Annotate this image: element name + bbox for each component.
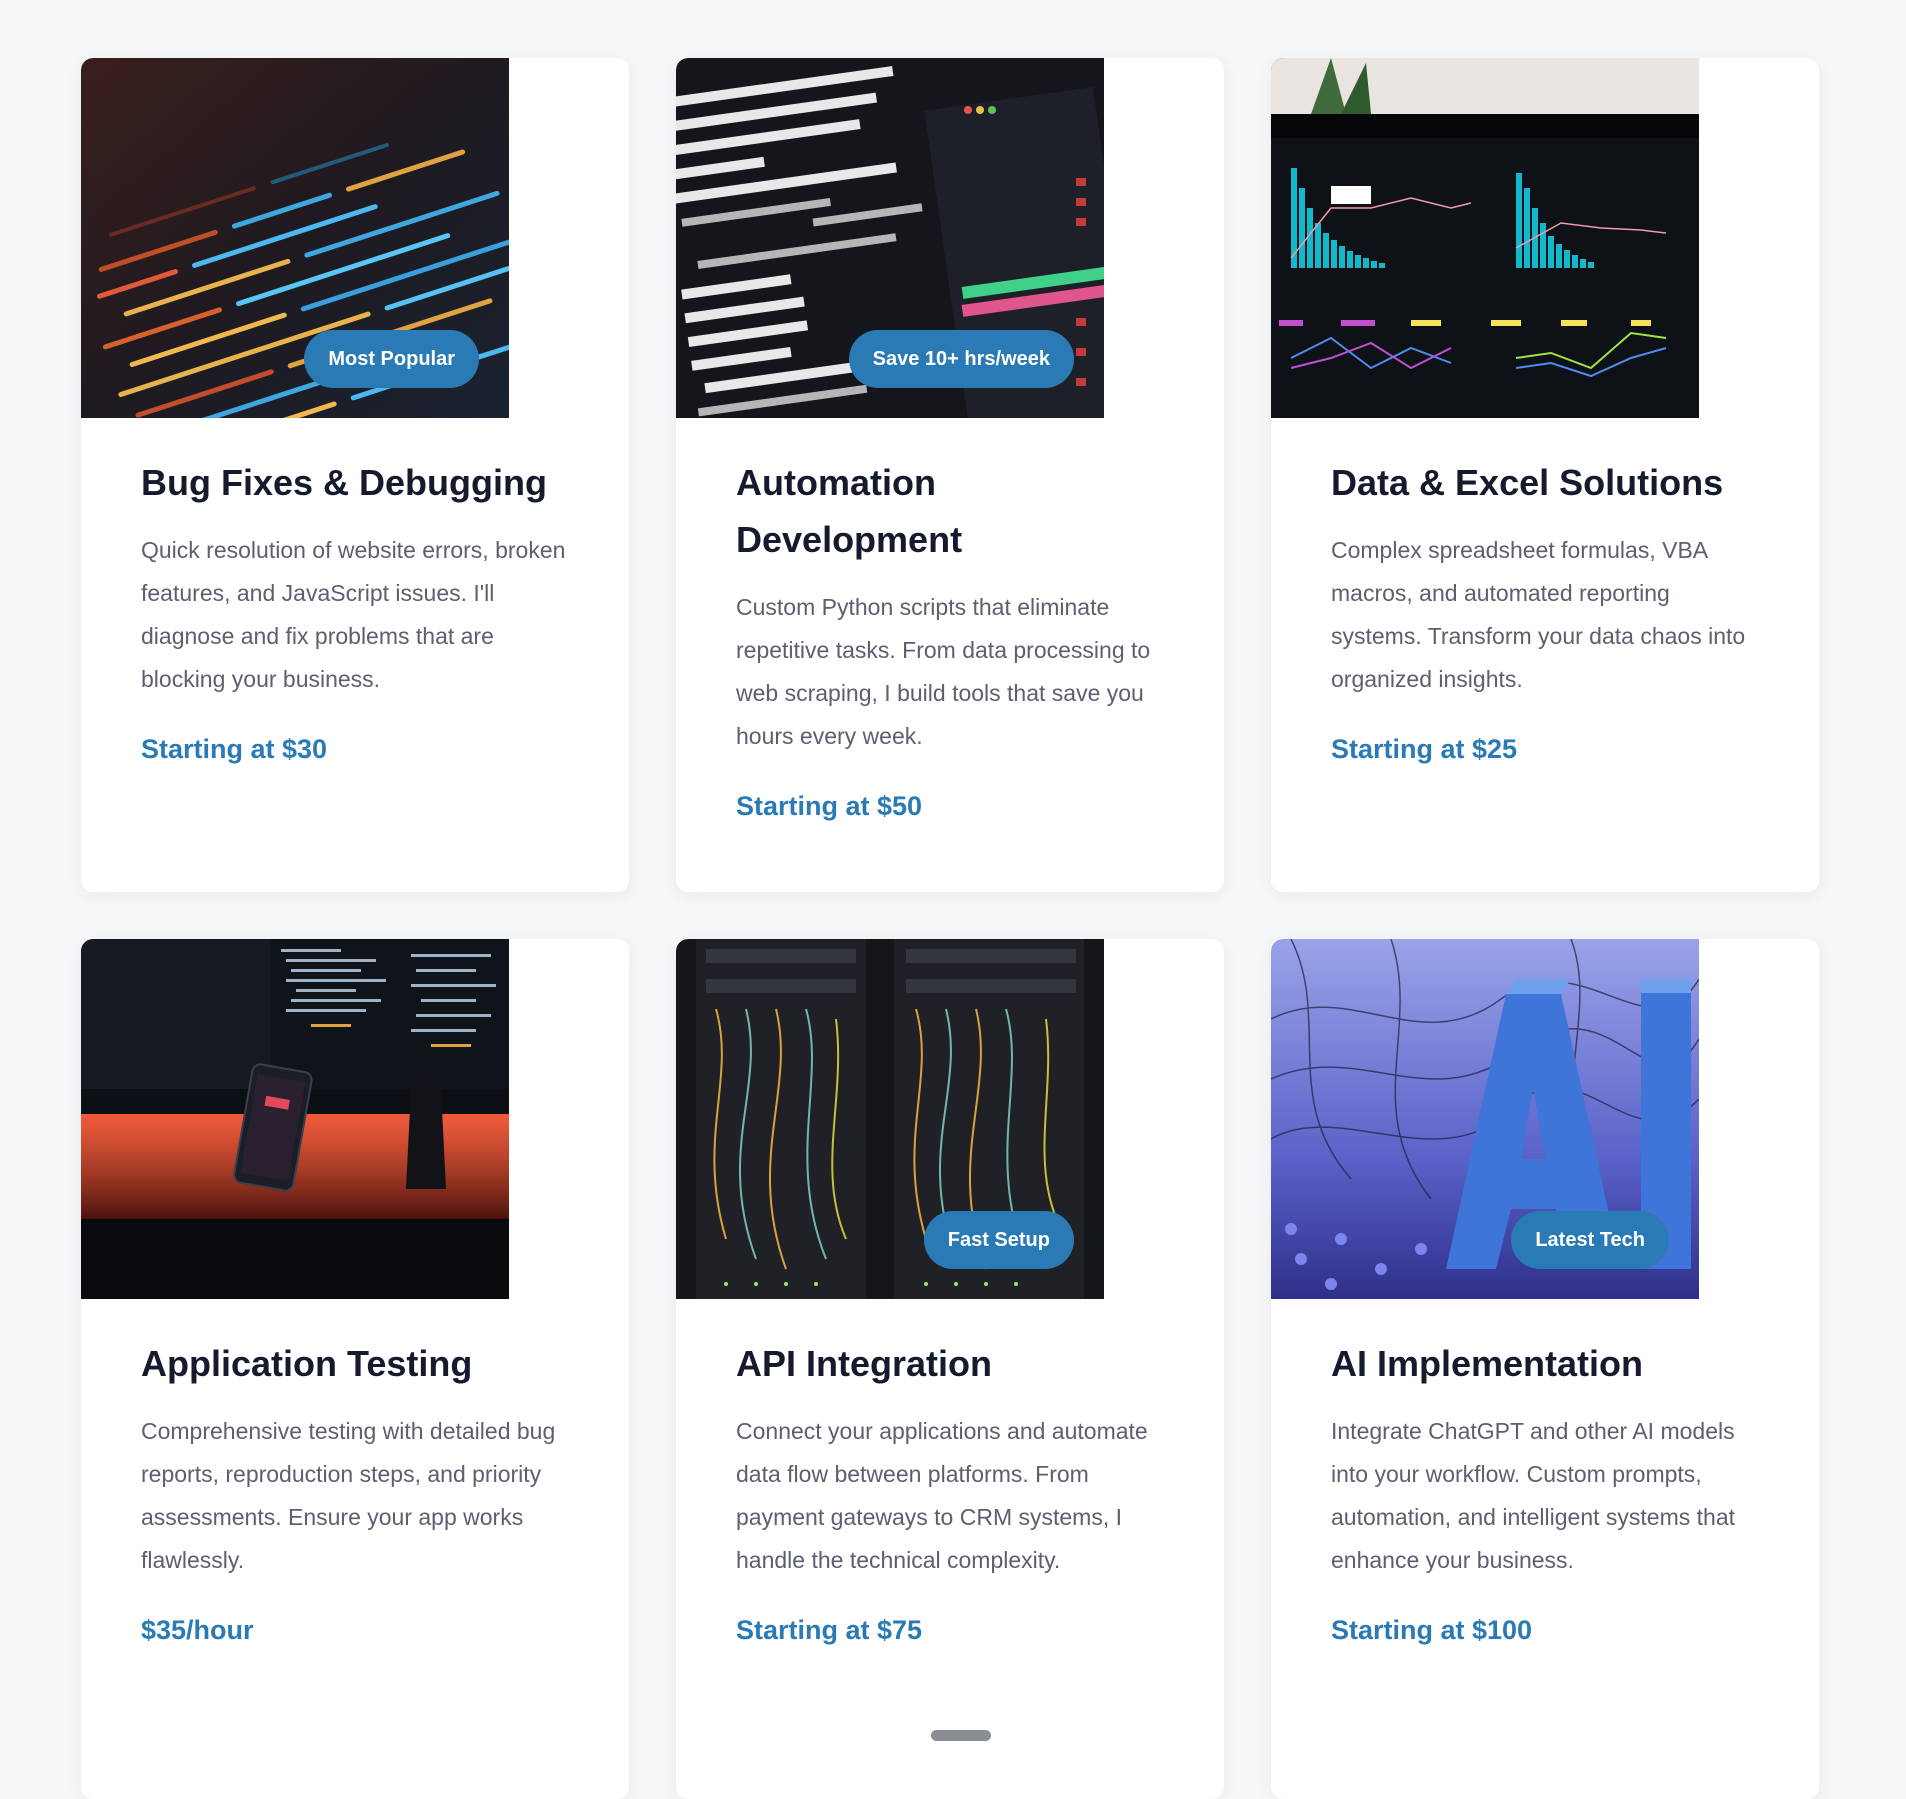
desk-setup-image <box>81 939 509 1299</box>
card-title: Bug Fixes & Debugging <box>141 462 548 503</box>
service-card-bug-fixes: Most Popular Bug Fixes & Debugging Quick… <box>81 58 629 892</box>
card-title: Automation Development <box>736 462 963 560</box>
service-card-automation: Save 10+ hrs/week Automation Development… <box>676 58 1224 892</box>
analytics-dashboard-photo <box>1271 58 1699 418</box>
analytics-image <box>1271 58 1699 418</box>
card-description: Quick resolution of website errors, brok… <box>141 537 566 692</box>
fast-setup-badge: Fast Setup <box>923 1211 1074 1269</box>
card-title: Application Testing <box>141 1343 473 1384</box>
price-link[interactable]: Starting at $100 <box>1331 1610 1532 1650</box>
card-title: Data & Excel Solutions <box>1331 462 1724 503</box>
card-description: Comprehensive testing with detailed bug … <box>141 1418 556 1573</box>
services-grid: Most Popular Bug Fixes & Debugging Quick… <box>81 58 1820 1799</box>
card-description: Complex spreadsheet formulas, VBA macros… <box>1331 537 1746 692</box>
terminal-image: Save 10+ hrs/week <box>676 58 1104 418</box>
time-savings-badge: Save 10+ hrs/week <box>848 330 1074 388</box>
desk-setup-photo <box>81 939 509 1299</box>
latest-tech-badge: Latest Tech <box>1511 1211 1669 1269</box>
card-description: Custom Python scripts that eliminate rep… <box>736 594 1151 749</box>
service-card-ai-implementation: Latest Tech AI Implementation Integrate … <box>1271 939 1819 1799</box>
card-title: API Integration <box>736 1343 993 1384</box>
service-card-data-excel: Data & Excel Solutions Complex spreadshe… <box>1271 58 1819 892</box>
card-title: AI Implementation <box>1331 1343 1644 1384</box>
price-link[interactable]: Starting at $25 <box>1331 729 1517 769</box>
ai-image: Latest Tech <box>1271 939 1699 1299</box>
card-description: Connect your applications and automate d… <box>736 1418 1148 1573</box>
service-card-api-integration: Fast Setup API Integration Connect your … <box>676 939 1224 1799</box>
card-description: Integrate ChatGPT and other AI models in… <box>1331 1418 1736 1573</box>
most-popular-badge: Most Popular <box>304 330 479 388</box>
service-card-app-testing: Application Testing Comprehensive testin… <box>81 939 629 1799</box>
price-link[interactable]: $35/hour <box>141 1610 254 1650</box>
code-editor-image: Most Popular <box>81 58 509 418</box>
server-rack-image: Fast Setup <box>676 939 1104 1299</box>
scroll-handle[interactable] <box>931 1730 991 1741</box>
price-link[interactable]: Starting at $30 <box>141 729 327 769</box>
price-link[interactable]: Starting at $75 <box>736 1610 922 1650</box>
price-link[interactable]: Starting at $50 <box>736 786 922 826</box>
